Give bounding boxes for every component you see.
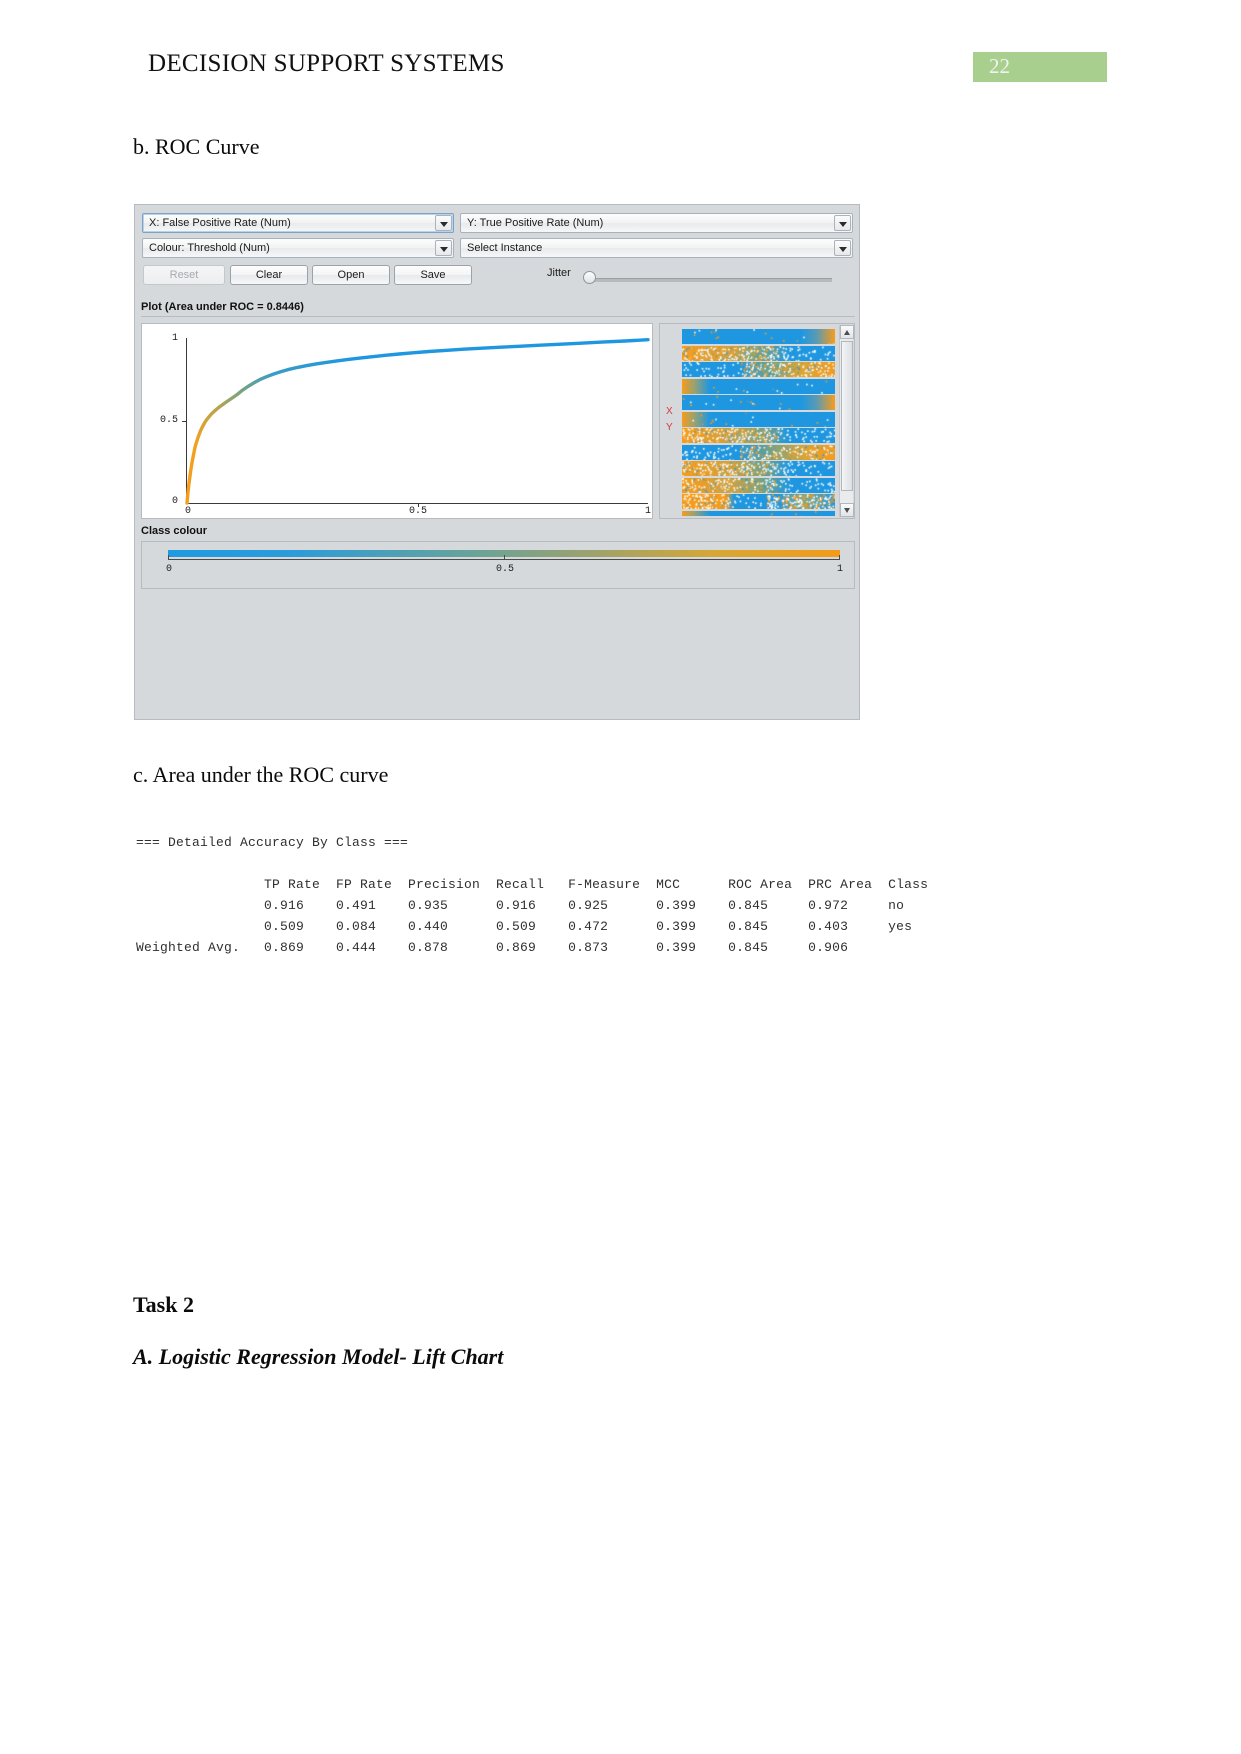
detailed-accuracy-output: === Detailed Accuracy By Class === TP Ra… (136, 835, 929, 955)
strip-scatter (682, 329, 835, 344)
strip-scatter (682, 395, 835, 410)
heading-task-2a: A. Logistic Regression Model- Lift Chart (133, 1344, 504, 1369)
save-button[interactable]: Save (394, 265, 472, 285)
x-axis-attribute-value: X: False Positive Rate (Num) (149, 217, 291, 229)
strip-scatter (682, 510, 835, 516)
strip-scatter (682, 362, 835, 377)
class-colour-legend: 0 0.5 1 (141, 541, 855, 589)
heading-task-2: Task 2 (133, 1292, 194, 1317)
scroll-up-icon[interactable] (840, 325, 854, 339)
clear-button[interactable]: Clear (230, 265, 308, 285)
attribute-strip[interactable] (682, 378, 835, 394)
document-title: DECISION SUPPORT SYSTEMS (148, 50, 505, 77)
strip-scatter (682, 428, 835, 443)
class-colour-label-1: 1 (836, 564, 843, 575)
attribute-strip[interactable] (682, 477, 835, 493)
strip-scatter (682, 461, 835, 476)
attribute-strips-panel[interactable]: X Y (659, 323, 855, 519)
attribute-strip[interactable] (682, 411, 835, 427)
strip-scatter (682, 411, 835, 427)
jitter-slider-handle[interactable] (583, 271, 596, 284)
class-colour-label-0: 0 (165, 564, 172, 575)
x-axis-marker: X (666, 406, 673, 417)
attribute-strip[interactable] (682, 362, 835, 377)
class-colour-tick-1 (839, 555, 840, 560)
y-axis-marker: Y (666, 422, 673, 433)
strip-scatter (682, 378, 835, 394)
strip-scatter (682, 444, 835, 460)
page-header: DECISION SUPPORT SYSTEMS 22 (0, 0, 1241, 110)
attribute-strip[interactable] (682, 494, 835, 509)
strip-scatter (682, 494, 835, 509)
attribute-strip[interactable] (682, 510, 835, 516)
reset-button[interactable]: Reset (143, 265, 225, 285)
heading-section-c: c. Area under the ROC curve (133, 762, 389, 787)
select-instance-value: Select Instance (467, 242, 543, 254)
heading-section-b: b. ROC Curve (133, 134, 260, 159)
strip-scatter (682, 345, 835, 361)
attribute-strip[interactable] (682, 444, 835, 460)
attribute-strip[interactable] (682, 329, 835, 344)
x-axis-attribute-select[interactable]: X: False Positive Rate (Num) (142, 213, 454, 233)
scrollbar-thumb[interactable] (841, 341, 853, 491)
class-colour-tick-0 (168, 555, 169, 560)
colour-attribute-select[interactable]: Colour: Threshold (Num) (142, 238, 454, 258)
class-colour-label-05: 0.5 (495, 564, 514, 575)
axis-assignment-marks: X Y (666, 404, 673, 436)
colour-attribute-value: Colour: Threshold (Num) (149, 242, 270, 254)
chevron-down-icon[interactable] (435, 215, 452, 231)
attribute-strip[interactable] (682, 345, 835, 361)
weka-threshold-curve-window: X: False Positive Rate (Num) Y: True Pos… (134, 204, 860, 720)
chevron-down-icon[interactable] (435, 240, 452, 256)
roc-curve-svg (185, 337, 650, 505)
scroll-down-icon[interactable] (840, 503, 854, 517)
page-number-badge: 22 (973, 52, 1107, 82)
y-axis-attribute-select[interactable]: Y: True Positive Rate (Num) (460, 213, 853, 233)
attribute-strip[interactable] (682, 428, 835, 443)
class-colour-label: Class colour (141, 525, 208, 537)
attribute-strip[interactable] (682, 461, 835, 476)
page-number: 22 (989, 54, 1010, 78)
y-axis-attribute-value: Y: True Positive Rate (Num) (467, 217, 604, 229)
attribute-strip[interactable] (682, 395, 835, 410)
select-instance-dropdown[interactable]: Select Instance (460, 238, 853, 258)
class-colour-tick-05 (504, 555, 505, 560)
roc-plot-canvas[interactable]: 1 0.5 0 0 0.5 1 (141, 323, 653, 519)
attribute-strips-viewport: X Y (662, 326, 840, 516)
plot-title: Plot (Area under ROC = 0.8446) (141, 301, 855, 317)
chevron-down-icon[interactable] (834, 240, 851, 256)
jitter-label: Jitter (547, 267, 571, 279)
open-button[interactable]: Open (312, 265, 390, 285)
strips-scrollbar[interactable] (839, 325, 854, 517)
strip-scatter (682, 477, 835, 493)
jitter-slider-track[interactable] (590, 278, 832, 282)
chevron-down-icon[interactable] (834, 215, 851, 231)
